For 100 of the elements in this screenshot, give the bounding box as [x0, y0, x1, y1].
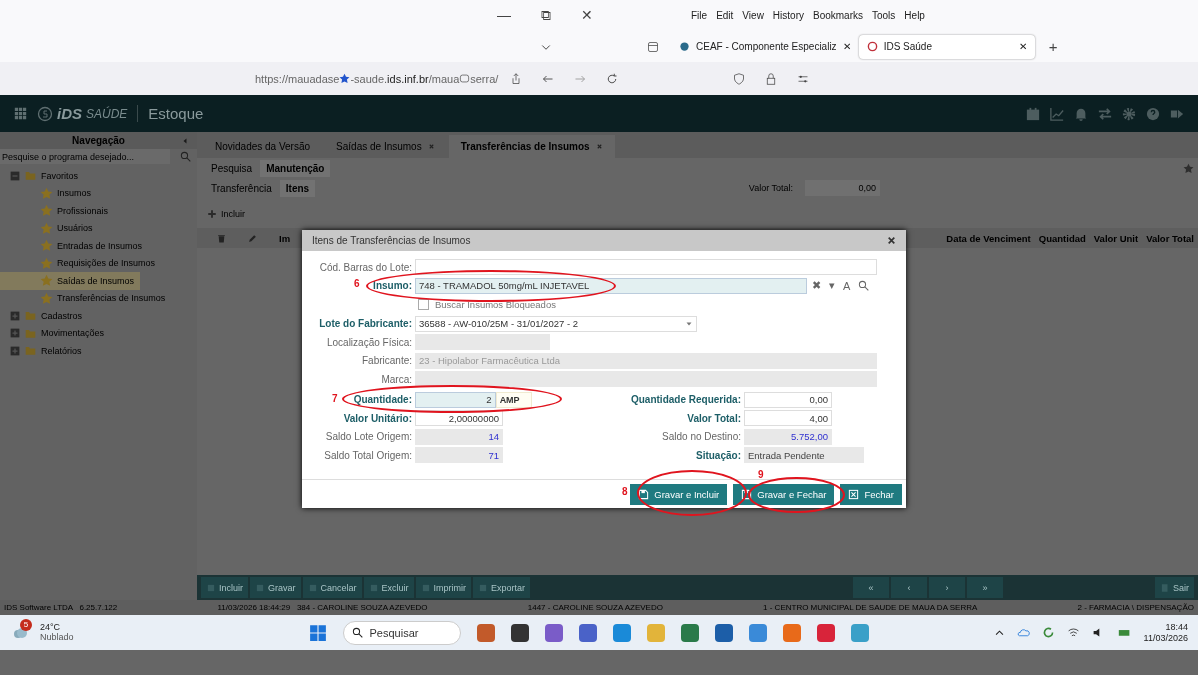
tab[interactable]: Transferência [205, 179, 278, 197]
menu-item[interactable]: Help [904, 10, 925, 21]
sidebar-item[interactable]: Saídas de Insumos [0, 272, 140, 290]
window-control[interactable]: — [497, 7, 511, 24]
column-header: Valor Total [1146, 232, 1194, 244]
input-field[interactable]: 5.752,00 [744, 428, 832, 445]
field-action[interactable]: ▾ [829, 279, 835, 292]
sidebar-item[interactable]: Transferências de Insumos [0, 289, 197, 307]
menu-item[interactable]: Edit [716, 10, 734, 21]
module-title: Estoque [137, 105, 204, 122]
input-field[interactable]: 748 - TRAMADOL 50mg/mL INJETAVEL [415, 277, 807, 294]
dialog-button[interactable]: Fechar [840, 483, 902, 505]
field-label: Fabricante: [361, 355, 412, 366]
field-label: Quantidade Requerida: [631, 394, 741, 405]
notification-badge: 5 [20, 618, 32, 631]
toolbar-button[interactable]: Incluir [201, 577, 248, 598]
clock-time: 18:44 [1165, 621, 1188, 633]
dialog-button[interactable]: Gravar e Fechar [733, 483, 835, 505]
sidebar-item[interactable]: Profissionais [0, 202, 197, 220]
pager-button[interactable]: ‹ [891, 577, 927, 598]
tab[interactable]: Transferências de Insumos [448, 135, 615, 158]
status-text: IDS Software LTDA 6.25.7.122 [4, 603, 118, 612]
annotation-number: 6 [354, 278, 360, 289]
sidebar-folder[interactable]: Movimentações [41, 328, 105, 339]
field-label: Saldo Lote Origem: [325, 431, 412, 442]
dialog-title: Itens de Transferências de Insumos [312, 235, 471, 246]
exit-button[interactable]: Sair [1155, 577, 1194, 598]
browser-tab[interactable]: IDS Saúde ✕ [858, 34, 1035, 59]
select-field[interactable]: 36588 - AW-010/25M - 31/01/2027 - 2 [415, 315, 697, 332]
field-label: Cód. Barras do Lote: [319, 261, 412, 273]
input-field[interactable]: 14 [415, 428, 503, 445]
sidebar-folder[interactable]: Cadastros [41, 310, 83, 321]
checkbox-label: Buscar Insumos Bloqueados [435, 298, 556, 310]
status-text: 1 - CENTRO MUNICIPAL DE SAUDE DE MAUA DA SERRA [763, 603, 978, 612]
tab[interactable]: Manutenção [260, 159, 331, 177]
status-text: 2 - FARMACIA \ DISPENSAÇÃO [1077, 603, 1194, 612]
sidebar-item[interactable]: Requisições de Insumos [0, 254, 197, 272]
column-header: Quantidad [1038, 232, 1086, 244]
field-label: Quantidade: [353, 394, 412, 405]
input-field[interactable]: 0,00 [805, 180, 880, 196]
annotation-number: 7 [332, 393, 338, 404]
column-header: Im [279, 232, 291, 244]
toolbar-button[interactable]: Gravar [250, 577, 301, 598]
sidebar-item[interactable]: Insumos [0, 184, 197, 202]
clock-date: 11/03/2026 [1143, 632, 1188, 644]
field-label: Insumo: [373, 280, 412, 291]
logo-subtext: SAÚDE [86, 106, 128, 121]
menu-item[interactable]: View [742, 10, 764, 21]
field-label: Marca: [381, 373, 412, 385]
field-label: Lote do Fabricante: [319, 318, 412, 329]
menu-item[interactable]: History [772, 10, 804, 21]
field-label: Saldo no Destino: [662, 431, 741, 442]
menu-item[interactable]: Tools [872, 10, 896, 21]
window-control[interactable]: ✕ [581, 7, 593, 24]
input-field[interactable]: 0,00 [744, 391, 832, 408]
sidebar-item[interactable]: Usuários [0, 219, 197, 237]
sidebar-folder[interactable]: Relatórios [41, 345, 82, 356]
annotation-number: 9 [758, 469, 764, 480]
status-text: 11/03/2026 18:44:29 384 - CAROLINE SOUZA AZEVEDO [217, 603, 428, 612]
include-button[interactable]: Incluir [197, 202, 1198, 226]
toolbar-button[interactable]: Imprimir [415, 577, 472, 598]
input-field[interactable]: Entrada Pendente [744, 447, 864, 463]
input-field[interactable]: 4,00 [744, 410, 832, 426]
input-field[interactable]: 71 [415, 447, 503, 463]
field-label: Saldo Total Origem: [324, 449, 412, 461]
menu-item[interactable]: Bookmarks [813, 10, 863, 21]
dialog-button[interactable]: Gravar e Incluir [630, 483, 728, 505]
toolbar-button[interactable]: Excluir [363, 577, 414, 598]
column-header: Valor Unit [1093, 232, 1139, 244]
tab[interactable]: Itens [279, 179, 316, 197]
pager-button[interactable]: » [967, 577, 1003, 598]
temperature: 24°C [40, 622, 62, 633]
tab[interactable]: Novidades da Versão [203, 135, 323, 158]
annotation-number: 8 [622, 486, 628, 497]
toolbar-button[interactable]: Exportar [473, 577, 531, 598]
new-tab-button[interactable]: + [1048, 38, 1058, 55]
field-action[interactable]: ✖ [812, 279, 821, 292]
search-field[interactable]: Pesquise o programa desejado... [0, 149, 170, 164]
search-field[interactable]: Pesquisar [342, 620, 461, 645]
field-action[interactable]: A [843, 279, 851, 292]
weather-text: Nublado [40, 632, 74, 643]
field-label: Situação: [696, 449, 741, 461]
toolbar-button[interactable]: Cancelar [302, 577, 362, 598]
column-header: Data de Venciment [946, 232, 1031, 244]
browser-tab[interactable]: CEAF - Componente Especializ ✕ [671, 34, 859, 59]
pager-button[interactable]: « [853, 577, 889, 598]
input-field[interactable]: 2 [415, 391, 496, 408]
pager-button[interactable]: › [929, 577, 965, 598]
window-control[interactable]: ⧉ [541, 7, 551, 24]
status-text: 1447 - CAROLINE SOUZA AZEVEDO [527, 603, 663, 612]
input-field[interactable]: 2,00000000 [415, 410, 503, 426]
unit-label: AMP [495, 391, 532, 408]
tab[interactable]: Saídas de Insumos [324, 135, 447, 158]
field-label: Valor Total: [687, 412, 741, 424]
tab[interactable]: Pesquisa [205, 159, 259, 177]
sidebar-item[interactable]: Entradas de Insumos [0, 237, 197, 255]
field-label: Valor Unitário: [343, 412, 412, 424]
sidebar-folder[interactable]: Favoritos [41, 170, 78, 181]
menu-item[interactable]: File [691, 10, 708, 21]
sidebar-title: Navegação [72, 135, 125, 146]
